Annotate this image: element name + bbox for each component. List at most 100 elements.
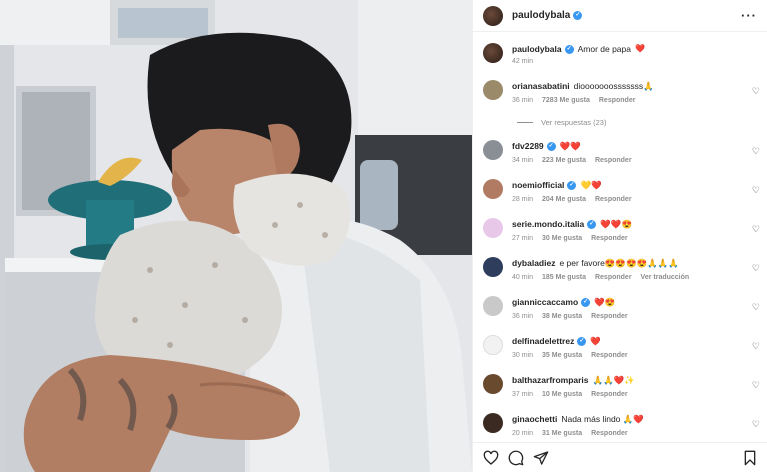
comment-like-heart-icon[interactable]: ♡ [752, 224, 760, 235]
comment-like-heart-icon[interactable]: ♡ [752, 341, 760, 352]
reply-button[interactable]: Responder [595, 274, 632, 281]
comment-text: ❤️😍 [594, 297, 616, 307]
comment-time: 40 min [512, 274, 534, 281]
commenter-avatar[interactable] [483, 257, 503, 277]
comment-text: 💛❤️ [580, 180, 602, 190]
post-side-panel: paulodybala ✓ ··· paulodybala ✓ Amor de … [472, 0, 767, 472]
comment-meta: 37 min 10 Me gusta Responder [512, 391, 635, 398]
commenter-avatar[interactable] [483, 413, 503, 433]
comment-time: 30 min [512, 352, 534, 359]
comment-line: orianasabatini diooooooosssssss🙏 [512, 80, 654, 92]
comment-username[interactable]: noemiofficial [512, 179, 564, 191]
comment-text: e per favore😍😍😍😍🙏🙏🙏 [559, 258, 679, 268]
bookmark-icon[interactable] [742, 450, 758, 466]
commenter-avatar[interactable] [483, 80, 503, 100]
comment-body: noemiofficial ✓ 💛❤️ 28 min 204 Me gusta Respo… [512, 179, 632, 213]
comment-row: fdv2289 ✓ ❤️❤️ 34 min 223 Me gusta Responder ♡ [483, 140, 764, 174]
comment-meta: 28 min 204 Me gusta Responder [512, 196, 632, 203]
comment-username[interactable]: delfinadelettrez [512, 335, 574, 347]
comment-bubble-icon[interactable] [508, 450, 524, 466]
caption-heart-emoji: ❤️ [635, 44, 645, 53]
comment-username[interactable]: gianniccaccamo [512, 296, 578, 308]
comment-like-heart-icon[interactable]: ♡ [752, 263, 760, 274]
reply-button[interactable]: Responder [591, 391, 628, 398]
verified-badge-icon: ✓ [567, 180, 577, 190]
comment-likes[interactable]: 223 Me gusta [542, 157, 586, 164]
comment-time: 37 min [512, 391, 534, 398]
more-options-icon[interactable]: ··· [741, 9, 757, 22]
reply-button[interactable]: Responder [591, 430, 628, 437]
commenter-avatar[interactable] [483, 140, 503, 160]
comment-username[interactable]: ginaochetti [512, 413, 557, 425]
commenter-avatar[interactable] [483, 218, 503, 238]
header-username[interactable]: paulodybala ✓ [512, 10, 583, 21]
comment-row: dybaladiez e per favore😍😍😍😍🙏🙏🙏 40 min 185 M… [483, 257, 764, 291]
translate-button[interactable]: Ver traducción [641, 274, 690, 281]
heart-outline-icon[interactable] [483, 450, 499, 466]
verified-badge-icon: ✓ [573, 11, 583, 20]
comment-likes[interactable]: 7283 Me gusta [542, 97, 590, 104]
comment-body: orianasabatini diooooooosssssss🙏 36 min 728… [512, 80, 654, 114]
comment-likes[interactable]: 10 Me gusta [542, 391, 582, 398]
post-actions-bar [473, 442, 767, 472]
paper-plane-icon[interactable] [533, 450, 549, 466]
comment-time: 20 min [512, 430, 534, 437]
view-replies-label[interactable]: Ver respuestas (23) [541, 118, 606, 127]
verified-badge-icon: ✓ [577, 336, 587, 346]
comment-line: dybaladiez e per favore😍😍😍😍🙏🙏🙏 [512, 257, 689, 269]
view-replies-button[interactable]: Ver respuestas (23) [517, 118, 606, 127]
comment-meta: 30 min 35 Me gusta Responder [512, 352, 628, 359]
comment-line: noemiofficial ✓ 💛❤️ [512, 179, 632, 191]
comment-line: serie.mondo.italia ✓ ❤️❤️😍 [512, 218, 632, 230]
caption-avatar[interactable] [483, 43, 503, 63]
header-username-text[interactable]: paulodybala [512, 10, 570, 21]
comment-meta: 20 min 31 Me gusta Responder [512, 430, 644, 437]
post-photo[interactable] [0, 0, 472, 472]
comment-body: fdv2289 ✓ ❤️❤️ 34 min 223 Me gusta Responder [512, 140, 632, 174]
comment-username[interactable]: orianasabatini [512, 80, 570, 92]
comment-like-heart-icon[interactable]: ♡ [752, 419, 760, 430]
comment-row: serie.mondo.italia ✓ ❤️❤️😍 27 min 30 Me gust… [483, 218, 764, 252]
comment-time: 28 min [512, 196, 534, 203]
comment-likes[interactable]: 35 Me gusta [542, 352, 582, 359]
comment-meta: 36 min 38 Me gusta Responder [512, 313, 628, 320]
post-header: paulodybala ✓ ··· [473, 0, 767, 32]
photo-illustration [0, 0, 472, 472]
comment-like-heart-icon[interactable]: ♡ [752, 380, 760, 391]
comment-line: fdv2289 ✓ ❤️❤️ [512, 140, 632, 152]
comment-username[interactable]: fdv2289 [512, 140, 544, 152]
commenter-avatar[interactable] [483, 296, 503, 316]
comment-meta: 36 min 7283 Me gusta Responder [512, 97, 654, 104]
reply-button[interactable]: Responder [599, 97, 636, 104]
comment-like-heart-icon[interactable]: ♡ [752, 302, 760, 313]
comment-like-heart-icon[interactable]: ♡ [752, 185, 760, 196]
comment-line: gianniccaccamo ✓ ❤️😍 [512, 296, 628, 308]
caption-username[interactable]: paulodybala [512, 43, 562, 55]
reply-button[interactable]: Responder [591, 313, 628, 320]
comment-row: delfinadelettrez ✓ ❤️ 30 min 35 Me gusta Resp… [483, 335, 764, 369]
comment-username[interactable]: balthazarfromparis [512, 374, 589, 386]
comment-row: noemiofficial ✓ 💛❤️ 28 min 204 Me gusta Respo… [483, 179, 764, 213]
commenter-avatar[interactable] [483, 179, 503, 199]
comment-likes[interactable]: 38 Me gusta [542, 313, 582, 320]
reply-button[interactable]: Responder [595, 196, 632, 203]
comment-text: 🙏🙏❤️✨ [592, 375, 635, 385]
comment-like-heart-icon[interactable]: ♡ [752, 86, 760, 97]
comment-like-heart-icon[interactable]: ♡ [752, 146, 760, 157]
commenter-avatar[interactable] [483, 335, 503, 355]
comment-time: 27 min [512, 235, 534, 242]
comment-likes[interactable]: 185 Me gusta [542, 274, 586, 281]
post-caption: paulodybala ✓ Amor de papa ❤️ 42 min [483, 43, 758, 65]
comment-likes[interactable]: 30 Me gusta [542, 235, 582, 242]
reply-button[interactable]: Responder [591, 352, 628, 359]
comment-line: ginaochetti Nada más lindo 🙏❤️ [512, 413, 644, 425]
reply-button[interactable]: Responder [591, 235, 628, 242]
reply-button[interactable]: Responder [595, 157, 632, 164]
comment-likes[interactable]: 31 Me gusta [542, 430, 582, 437]
comment-likes[interactable]: 204 Me gusta [542, 196, 586, 203]
comment-username[interactable]: serie.mondo.italia [512, 218, 584, 230]
author-avatar[interactable] [483, 5, 503, 26]
comment-row: balthazarfromparis 🙏🙏❤️✨ 37 min 10 Me gusta… [483, 374, 764, 408]
commenter-avatar[interactable] [483, 374, 503, 394]
comment-username[interactable]: dybaladiez [512, 257, 555, 269]
